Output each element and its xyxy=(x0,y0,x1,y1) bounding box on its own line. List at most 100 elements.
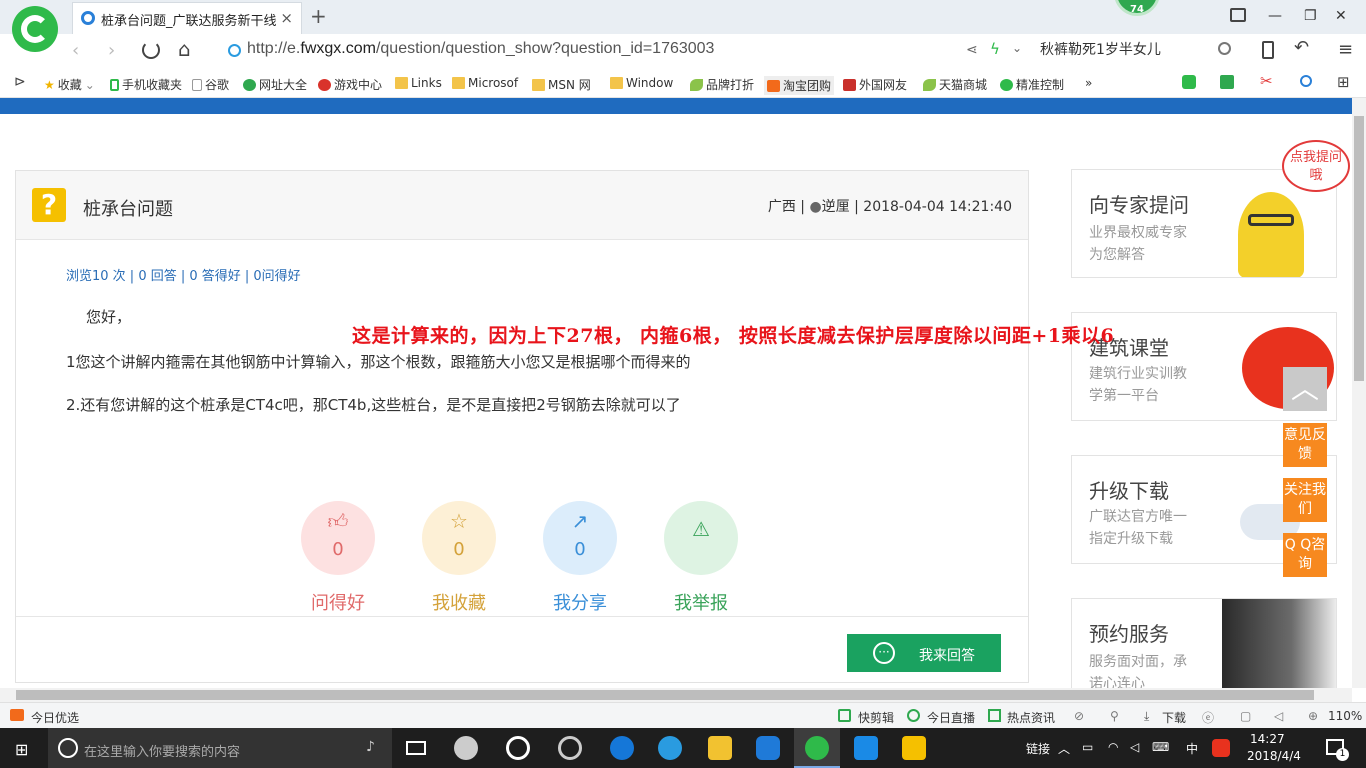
window-icon[interactable]: ▢ xyxy=(1240,709,1251,723)
keyboard-icon[interactable]: ⌨ xyxy=(1152,740,1169,754)
favorite-circle: ☆ 0 xyxy=(422,501,496,575)
feedback-button[interactable]: 意见反馈 xyxy=(1283,423,1327,467)
status-quick-edit[interactable]: 快剪辑 xyxy=(858,709,894,726)
bookmark-hao[interactable]: 网址大全 xyxy=(243,76,307,93)
minimize-button[interactable]: — xyxy=(1268,8,1282,24)
bookmark-links[interactable]: Links xyxy=(395,76,442,90)
pin-icon[interactable]: ⚲ xyxy=(1110,709,1119,723)
maximize-button[interactable]: ❐ xyxy=(1304,8,1317,24)
shirt-icon[interactable] xyxy=(1230,8,1246,22)
sidebar-card-appointment[interactable]: 预约服务 服务面对面，承 诺心连心 xyxy=(1071,598,1337,690)
browser-logo[interactable] xyxy=(12,6,58,52)
refresh-icon[interactable] xyxy=(142,41,160,59)
move-app-icon[interactable] xyxy=(854,736,878,760)
download-icon[interactable]: ⤓ xyxy=(1144,709,1149,724)
phone-icon[interactable] xyxy=(1262,41,1274,59)
back-icon[interactable]: ‹ xyxy=(72,40,79,61)
chat-app-icon[interactable] xyxy=(558,736,582,760)
today-picks[interactable]: 今日优选 xyxy=(31,709,79,726)
speed-icon[interactable]: ⊘ xyxy=(1074,709,1084,723)
microphone-icon[interactable]: ♪ xyxy=(366,739,375,755)
360-browser-taskbar-icon[interactable] xyxy=(805,736,829,760)
search-input[interactable]: 秋裤勒死1岁半女儿 xyxy=(1040,39,1240,63)
translate-icon[interactable] xyxy=(1220,75,1234,89)
home-icon[interactable]: ⌂ xyxy=(178,37,191,61)
ime-indicator[interactable]: 中 xyxy=(1186,740,1198,757)
bookmark-tmall[interactable]: 天猫商城 xyxy=(923,76,987,93)
search-icon[interactable] xyxy=(1300,75,1312,87)
bookmark-foreign[interactable]: 外国网友 xyxy=(843,76,907,93)
bookmark-google[interactable]: 谷歌 xyxy=(192,76,229,93)
site-security-icon[interactable] xyxy=(228,44,241,57)
bookmark-microsoft[interactable]: Microsof xyxy=(452,76,518,90)
status-news[interactable]: 热点资讯 xyxy=(1007,709,1055,726)
bookmark-brand-sale[interactable]: 品牌打折 xyxy=(690,76,754,93)
tray-expand-icon[interactable]: ︿ xyxy=(1058,740,1070,757)
file-explorer-icon[interactable] xyxy=(708,736,732,760)
glodon-app-icon[interactable] xyxy=(756,736,780,760)
bookmark-favorites[interactable]: ★ 收藏 ⌄ xyxy=(44,76,95,93)
edge-icon[interactable] xyxy=(610,736,634,760)
bookmark-windows[interactable]: Window xyxy=(610,76,673,90)
browser-status-bar: 今日优选 快剪辑 今日直播 热点资讯 ⊘ ⚲ ⤓ 下载 ⓔ ▢ ◁ ⊕ 110% xyxy=(0,702,1366,728)
bookmark-games[interactable]: 游戏中心 xyxy=(318,76,382,93)
status-live[interactable]: 今日直播 xyxy=(927,709,975,726)
close-button[interactable]: ✕ xyxy=(1335,8,1347,24)
address-field[interactable]: http://e.fwxgx.com/question/question_sho… xyxy=(247,40,977,62)
browser-tab[interactable]: 桩承台问题_广联达服务新干线 × xyxy=(72,2,302,34)
bookmark-taobao[interactable]: 淘宝团购 xyxy=(764,76,835,95)
taskbar-search[interactable]: 在这里输入你要搜索的内容 ♪ xyxy=(48,728,392,768)
sogou-icon[interactable] xyxy=(1212,739,1230,757)
notification-badge[interactable]: 74 xyxy=(1114,0,1160,16)
new-tab-button[interactable]: + xyxy=(310,4,327,28)
zoom-icon[interactable]: ⊕ xyxy=(1308,709,1318,723)
action-report[interactable]: ⚠ 我举报 xyxy=(663,501,739,615)
battery-icon[interactable]: ▭ xyxy=(1082,740,1093,754)
menu-icon[interactable]: ≡ xyxy=(1338,39,1353,60)
question-author[interactable]: 逆厘 xyxy=(822,199,850,215)
ask-bubble[interactable]: 点我提问哦 xyxy=(1282,140,1350,192)
action-good-question[interactable]: 👍︎ 0 问得好 xyxy=(300,501,376,615)
shield-icon[interactable] xyxy=(1182,75,1196,89)
answer-button[interactable]: ··· 我来回答 xyxy=(847,634,1001,672)
action-favorite[interactable]: ☆ 0 我收藏 xyxy=(421,501,497,615)
chevron-down-icon[interactable]: ⌄ xyxy=(1012,41,1022,55)
action-share[interactable]: ↗ 0 我分享 xyxy=(542,501,618,615)
scissors-icon[interactable]: ✂ xyxy=(1260,72,1273,90)
sidebar-toggle-icon[interactable]: ⊳ xyxy=(14,74,26,90)
ie-mode-icon[interactable]: ⓔ xyxy=(1202,709,1214,726)
search-icon[interactable] xyxy=(1218,42,1231,55)
ie-icon[interactable] xyxy=(658,736,682,760)
bookmark-msn[interactable]: MSN 网 xyxy=(532,76,591,93)
follow-us-button[interactable]: 关注我们 xyxy=(1283,478,1327,522)
status-download[interactable]: 下载 xyxy=(1162,709,1186,726)
tab-close-icon[interactable]: × xyxy=(280,9,293,27)
vertical-scrollbar[interactable] xyxy=(1352,98,1366,688)
browser-app-icon[interactable] xyxy=(506,736,530,760)
clock-time[interactable]: 14:27 xyxy=(1250,732,1285,746)
zoom-level[interactable]: 110% xyxy=(1328,709,1362,723)
lightning-icon[interactable]: ϟ xyxy=(990,40,1000,58)
windows-start-icon[interactable]: ⊞ xyxy=(15,740,28,759)
apps-grid-icon[interactable]: ⊞ xyxy=(1337,73,1350,91)
notes-app-icon[interactable] xyxy=(902,736,926,760)
bookmark-precise[interactable]: 精准控制 xyxy=(1000,76,1064,93)
task-view-icon[interactable] xyxy=(406,741,426,755)
share-icon[interactable]: ⋖ xyxy=(966,42,978,58)
pinwheel-app-icon[interactable] xyxy=(454,736,478,760)
bookmarks-more[interactable]: » xyxy=(1085,76,1092,90)
tray-links[interactable]: 链接 xyxy=(1026,740,1050,757)
vertical-scroll-thumb[interactable] xyxy=(1354,116,1364,381)
horizontal-scrollbar[interactable] xyxy=(0,688,1352,702)
clock-date[interactable]: 2018/4/4 xyxy=(1247,749,1301,763)
qq-consult-button[interactable]: Q Q咨询 xyxy=(1283,533,1327,577)
appointment-sub1: 服务面对面，承 xyxy=(1089,654,1187,670)
forward-icon[interactable]: › xyxy=(108,40,115,61)
volume-icon[interactable]: ◁ xyxy=(1274,709,1283,723)
horizontal-scroll-thumb[interactable] xyxy=(16,690,1314,700)
wifi-icon[interactable]: ◠ xyxy=(1108,740,1118,754)
back-to-top-button[interactable]: ︿ xyxy=(1283,367,1327,411)
speaker-icon[interactable]: ◁ xyxy=(1130,740,1139,754)
undo-icon[interactable]: ↶ xyxy=(1294,37,1309,58)
bookmark-mobile[interactable]: 手机收藏夹 xyxy=(110,76,182,93)
